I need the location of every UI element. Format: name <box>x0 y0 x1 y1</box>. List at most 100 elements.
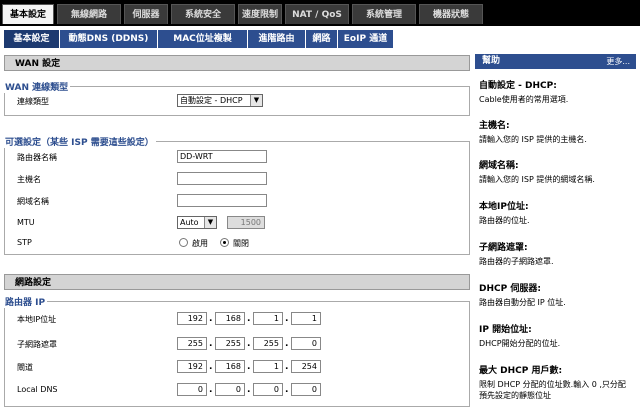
wan-connection-legend: WAN 連線類型 <box>3 80 71 93</box>
ip-separator: . <box>285 362 289 372</box>
help-item-title: 網域名稱: <box>479 161 519 171</box>
help-item: 最大 DHCP 用戶數: 限制 DHCP 分配的位址數.輸入 0 ,只分配預先設… <box>479 363 631 401</box>
stp-disable-radio[interactable] <box>220 238 229 247</box>
help-item-title: 主機名: <box>479 121 510 131</box>
help-item-title: IP 開始位址: <box>479 325 532 335</box>
wan-setup-header: WAN 設定 <box>4 55 470 71</box>
tab-security[interactable]: 系統安全 <box>171 4 235 24</box>
gateway-label: 閘道 <box>17 363 33 372</box>
local-dns-label: Local DNS <box>17 385 58 394</box>
chevron-down-icon: ▼ <box>250 95 262 106</box>
network-setup-header: 網路設定 <box>4 274 470 290</box>
stp-enable-radio[interactable] <box>179 238 188 247</box>
dns-octet-3[interactable]: 0 <box>253 383 283 396</box>
router-name-input[interactable]: DD-WRT <box>177 150 267 163</box>
gateway-octet-4[interactable]: 254 <box>291 360 321 373</box>
ip-separator: . <box>209 314 213 324</box>
help-item-text: Cable使用者的常用選項. <box>479 95 569 104</box>
tab-speed-limit[interactable]: 速度限制 <box>238 4 282 24</box>
subtab-eoip-tunnel[interactable]: EoIP 通道 <box>338 30 394 48</box>
mtu-value-input[interactable]: 1500 <box>227 216 265 229</box>
help-item-text: 請輸入您的 ISP 提供的網域名稱. <box>479 175 595 184</box>
subnet-mask-label: 子網路遮罩 <box>17 340 57 349</box>
local-ip-octet-1[interactable]: 192 <box>177 312 207 325</box>
router-ip-legend: 路由器 IP <box>3 295 48 308</box>
help-item-title: 自動設定 - DHCP: <box>479 81 557 91</box>
ip-separator: . <box>285 314 289 324</box>
sub-nav-bar: 基本設定 動態DNS (DDNS) MAC位址複製 進階路由 網路 EoIP 通… <box>0 28 640 48</box>
help-item: DHCP 伺服器: 路由器自動分配 IP 位址. <box>479 281 631 308</box>
dns-octet-4[interactable]: 0 <box>291 383 321 396</box>
sub-nav: 基本設定 動態DNS (DDNS) MAC位址複製 進階路由 網路 EoIP 通… <box>0 26 640 48</box>
help-item-text: 路由器自動分配 IP 位址. <box>479 298 566 307</box>
optional-settings-legend: 可選設定（某些 ISP 需要這些設定） <box>3 135 156 148</box>
content-area: WAN 設定 WAN 連線類型 連線類型 自動設定 - DHCP ▼ 可選設定（… <box>0 48 640 409</box>
chevron-down-icon: ▼ <box>204 217 216 228</box>
ip-separator: . <box>247 314 251 324</box>
connection-type-select[interactable]: 自動設定 - DHCP ▼ <box>177 94 263 107</box>
subtab-networking[interactable]: 網路 <box>306 30 338 48</box>
ip-separator: . <box>209 385 213 395</box>
local-ip-octet-2[interactable]: 168 <box>215 312 245 325</box>
stp-enable-label: 啟用 <box>192 239 208 248</box>
mask-octet-4[interactable]: 0 <box>291 337 321 350</box>
help-item-title: 最大 DHCP 用戶數: <box>479 366 563 376</box>
help-item: 自動設定 - DHCP: Cable使用者的常用選項. <box>479 78 631 105</box>
help-header: 幫助 更多... <box>475 54 636 69</box>
mtu-label: MTU <box>17 218 35 227</box>
ip-separator: . <box>209 339 213 349</box>
connection-type-label: 連線類型 <box>17 97 49 106</box>
gateway-octet-2[interactable]: 168 <box>215 360 245 373</box>
help-item: 網域名稱: 請輸入您的 ISP 提供的網域名稱. <box>479 158 631 185</box>
local-ip-octet-3[interactable]: 1 <box>253 312 283 325</box>
ip-separator: . <box>247 339 251 349</box>
domain-name-input[interactable] <box>177 194 267 207</box>
hostname-label: 主機名 <box>17 175 41 184</box>
hostname-input[interactable] <box>177 172 267 185</box>
mask-octet-1[interactable]: 255 <box>177 337 207 350</box>
subtab-ddns[interactable]: 動態DNS (DDNS) <box>60 30 158 48</box>
router-ip-fieldset: 路由器 IP 本地IP位址 192 . 168 . 1 . 1 子網路遮罩 25… <box>3 295 470 407</box>
help-item: 主機名: 請輸入您的 ISP 提供的主機名. <box>479 118 631 145</box>
tab-wireless[interactable]: 無線網路 <box>57 4 121 24</box>
help-panel: 幫助 更多... 自動設定 - DHCP: Cable使用者的常用選項. 主機名… <box>475 54 636 409</box>
help-item-text: 請輸入您的 ISP 提供的主機名. <box>479 135 587 144</box>
mask-octet-3[interactable]: 255 <box>253 337 283 350</box>
help-item: IP 開始位址: DHCP開始分配的位址. <box>479 322 631 349</box>
ip-separator: . <box>285 385 289 395</box>
help-item-title: DHCP 伺服器: <box>479 284 541 294</box>
local-ip-label: 本地IP位址 <box>17 315 57 324</box>
tab-nat-qos[interactable]: NAT / QoS <box>285 4 349 24</box>
tab-administration[interactable]: 系統管理 <box>352 4 416 24</box>
help-item-text: 限制 DHCP 分配的位址數.輸入 0 ,只分配預先設定的靜態位址 <box>479 380 626 400</box>
dns-octet-2[interactable]: 0 <box>215 383 245 396</box>
gateway-octet-3[interactable]: 1 <box>253 360 283 373</box>
main-panel: WAN 設定 WAN 連線類型 連線類型 自動設定 - DHCP ▼ 可選設定（… <box>3 52 470 409</box>
subtab-basic-setup[interactable]: 基本設定 <box>4 30 60 48</box>
tab-status[interactable]: 機器狀態 <box>419 4 483 24</box>
local-ip-octet-4[interactable]: 1 <box>291 312 321 325</box>
subtab-advanced-routing[interactable]: 進階路由 <box>248 30 306 48</box>
help-more-link[interactable]: 更多... <box>606 54 630 69</box>
help-item: 子網路遮罩: 路由器的子網路遮罩. <box>479 240 631 267</box>
help-item-title: 子網路遮罩: <box>479 243 528 253</box>
mtu-mode-select[interactable]: Auto ▼ <box>177 216 217 229</box>
help-title: 幫助 <box>482 56 501 66</box>
help-item-text: 路由器的位址. <box>479 216 530 225</box>
router-name-label: 路由器名稱 <box>17 153 57 162</box>
help-item-text: 路由器的子網路遮罩. <box>479 257 554 266</box>
tab-basic-setup[interactable]: 基本設定 <box>2 4 54 24</box>
mask-octet-2[interactable]: 255 <box>215 337 245 350</box>
dns-octet-1[interactable]: 0 <box>177 383 207 396</box>
wan-connection-fieldset: WAN 連線類型 連線類型 自動設定 - DHCP ▼ <box>3 80 470 116</box>
help-item-title: 本地IP位址: <box>479 202 529 212</box>
top-nav: 基本設定 無線網路 伺服器 系統安全 速度限制 NAT / QoS 系統管理 機… <box>0 0 640 26</box>
mtu-mode-value: Auto <box>180 218 199 227</box>
subtab-mac-clone[interactable]: MAC位址複製 <box>158 30 248 48</box>
gateway-octet-1[interactable]: 192 <box>177 360 207 373</box>
domain-name-label: 網域名稱 <box>17 197 49 206</box>
connection-type-value: 自動設定 - DHCP <box>180 96 243 105</box>
stp-label: STP <box>17 238 32 247</box>
tab-services[interactable]: 伺服器 <box>124 4 168 24</box>
optional-settings-fieldset: 可選設定（某些 ISP 需要這些設定） 路由器名稱 DD-WRT 主機名 網域名… <box>3 135 470 255</box>
